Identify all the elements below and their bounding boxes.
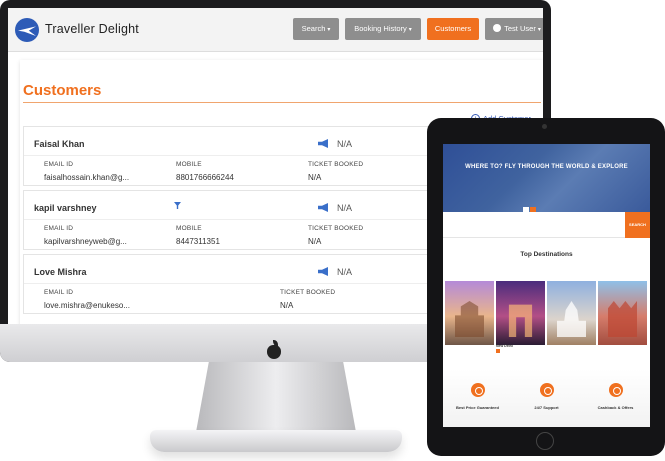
- top-navbar: Traveller Delight Search ▾ Booking Histor…: [8, 8, 543, 52]
- search-menu-button[interactable]: Search ▾: [293, 18, 339, 40]
- email-value: love.mishra@enukeso...: [44, 301, 130, 310]
- destination-card[interactable]: [496, 281, 545, 345]
- booking-history-menu-button[interactable]: Booking History ▾: [345, 18, 421, 40]
- filter-icon[interactable]: [174, 202, 181, 209]
- ipad-frame: WHERE TO? FLY THROUGH THE WORLD & EXPLOR…: [427, 118, 665, 456]
- chevron-down-icon: ▾: [327, 27, 331, 33]
- customer-status: N/A: [337, 267, 353, 277]
- megaphone-icon[interactable]: [318, 267, 328, 276]
- chevron-down-icon: ▾: [537, 27, 541, 33]
- email-label: EMAIL ID: [44, 225, 74, 232]
- destination-badge[interactable]: [496, 349, 500, 353]
- ticket-value: N/A: [280, 301, 294, 310]
- search-bar: SEARCH: [443, 212, 650, 238]
- landmark-icon: [608, 301, 637, 337]
- feature-item: Cashback & Offers: [581, 383, 650, 412]
- customers-nav-button[interactable]: Customers: [427, 18, 479, 40]
- page-title: Customers: [23, 82, 102, 99]
- home-button[interactable]: [536, 432, 554, 450]
- destination-card[interactable]: [445, 281, 494, 345]
- customer-name: Love Mishra: [34, 267, 87, 277]
- customer-name: kapil varshney: [34, 203, 97, 213]
- device-mockup: Traveller Delight Search ▾ Booking Histor…: [0, 0, 665, 461]
- search-button[interactable]: SEARCH: [625, 212, 650, 238]
- customer-status: N/A: [337, 139, 353, 149]
- megaphone-icon[interactable]: [318, 203, 328, 212]
- landmark-icon: [455, 301, 484, 337]
- features-strip: Best Price Guaranteed 24/7 Support Cashb…: [443, 369, 650, 427]
- hero-title: WHERE TO? FLY THROUGH THE WORLD & EXPLOR…: [465, 164, 628, 170]
- ticket-value: N/A: [308, 173, 322, 182]
- mobile-label: MOBILE: [176, 225, 202, 232]
- hero-banner: WHERE TO? FLY THROUGH THE WORLD & EXPLOR…: [443, 144, 650, 215]
- imac-base: [150, 430, 402, 452]
- mobile-label: MOBILE: [176, 161, 202, 168]
- chevron-down-icon: ▾: [408, 27, 412, 33]
- feature-title: Best Price Guaranteed: [456, 405, 499, 410]
- mobile-value: 8447311351: [176, 237, 220, 246]
- feature-item: Best Price Guaranteed: [443, 383, 512, 412]
- ticket-label: TICKET BOOKED: [280, 289, 336, 296]
- search-tabs: [523, 202, 537, 215]
- feature-title: Cashback & Offers: [597, 405, 634, 410]
- booking-history-label: Booking History: [354, 24, 407, 33]
- user-icon: [493, 24, 502, 32]
- landmark-icon: [508, 304, 533, 337]
- feature-title: 24/7 Support: [534, 405, 559, 410]
- megaphone-icon[interactable]: [318, 139, 328, 148]
- camera-icon: [542, 124, 547, 129]
- customer-name: Faisal Khan: [34, 139, 85, 149]
- customer-status: N/A: [337, 203, 353, 213]
- user-menu-button[interactable]: Test User ▾: [485, 18, 543, 40]
- destination-label: New Delhi: [496, 344, 513, 348]
- offer-icon: [608, 383, 623, 397]
- support-icon: [539, 383, 554, 397]
- destination-card[interactable]: [547, 281, 596, 345]
- ticket-value: N/A: [308, 237, 322, 246]
- landmark-icon: [557, 301, 586, 337]
- user-menu-label: Test User: [504, 24, 536, 33]
- mobile-value: 8801766666244: [176, 173, 234, 182]
- ticket-label: TICKET BOOKED: [308, 225, 364, 232]
- email-value: faisalhossain.khan@g...: [44, 173, 130, 182]
- search-menu-label: Search: [301, 24, 326, 33]
- brand-logo-icon: [15, 18, 39, 42]
- destination-card[interactable]: [598, 281, 647, 345]
- email-label: EMAIL ID: [44, 289, 74, 296]
- ticket-label: TICKET BOOKED: [308, 161, 364, 168]
- customers-nav-label: Customers: [434, 24, 472, 33]
- title-divider: [23, 102, 541, 103]
- apple-logo-icon: [265, 340, 283, 360]
- email-label: EMAIL ID: [44, 161, 74, 168]
- email-value: kapilvarshneyweb@g...: [44, 237, 127, 246]
- feature-item: 24/7 Support: [512, 383, 581, 412]
- section-title: Top Destinations: [520, 251, 573, 258]
- imac-stand: [196, 362, 356, 432]
- ipad-screen: WHERE TO? FLY THROUGH THE WORLD & EXPLOR…: [443, 144, 650, 427]
- brand-name: Traveller Delight: [45, 22, 139, 36]
- tag-icon: [470, 383, 485, 397]
